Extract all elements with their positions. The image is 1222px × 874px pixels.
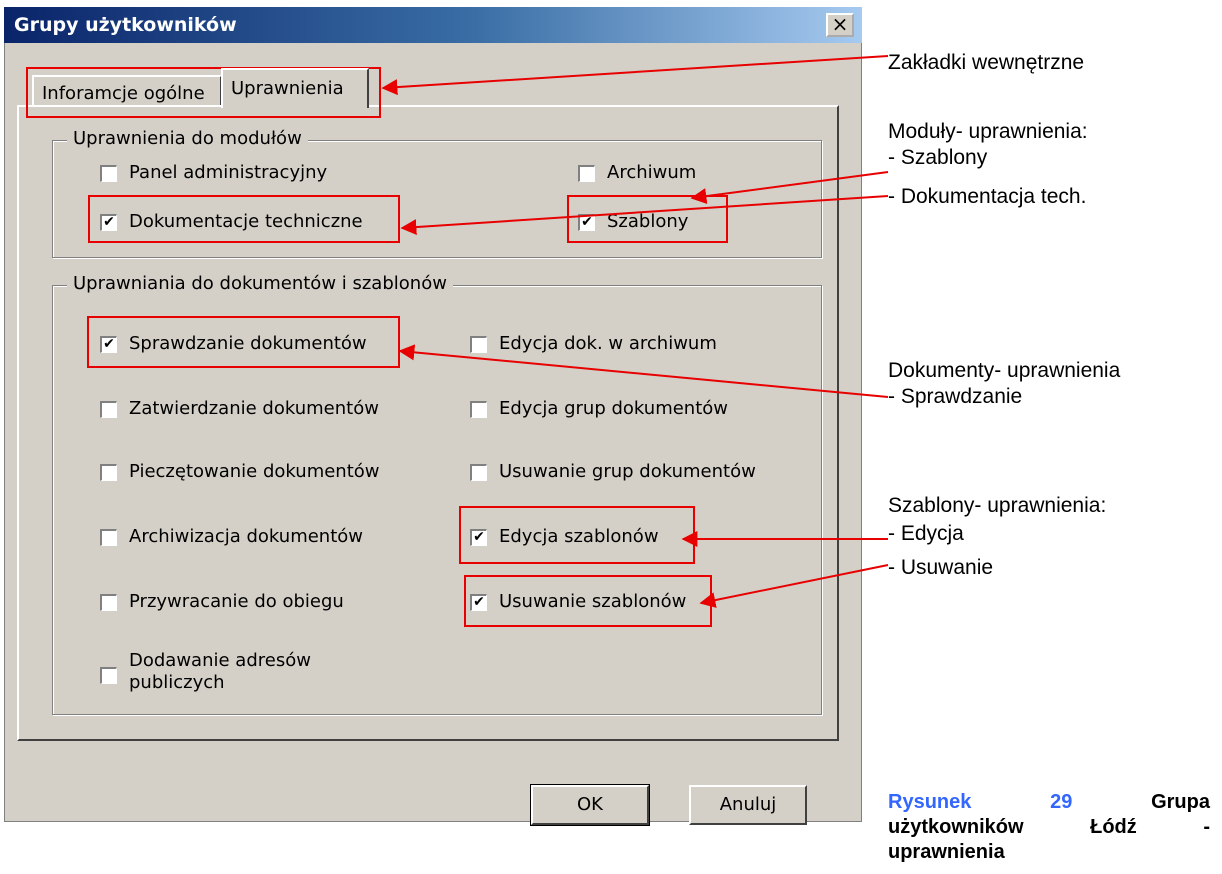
- caption-city: Łódź: [1090, 816, 1137, 838]
- caption-permissions: uprawnienia: [888, 841, 1005, 863]
- caption-figure-number: 29: [1050, 791, 1073, 813]
- tab-permissions[interactable]: Uprawnienia: [221, 68, 369, 108]
- caption-users: użytkowników: [888, 816, 1024, 838]
- annotation-modules-techdocs: - Dokumentacja tech.: [888, 185, 1087, 208]
- figure-caption: Rysunek 29 Grupa użytkowników Łódź - upr…: [888, 790, 1210, 865]
- annotation-modules-templates: - Szablony: [888, 146, 988, 169]
- annotation-templates-delete: - Usuwanie: [888, 556, 994, 579]
- annotation-modules-title: Moduły- uprawnienia:: [888, 120, 1088, 143]
- annotation-docs-check: - Sprawdzanie: [888, 385, 1023, 408]
- arrow-check-docs: [398, 344, 889, 398]
- caption-word-group: Grupa: [1151, 791, 1210, 813]
- arrow-delete-templates: [699, 564, 889, 608]
- arrow-technical-docs: [400, 195, 889, 236]
- annotation-templates-title: Szablony- uprawnienia:: [888, 494, 1107, 517]
- annotation-templates-edit: - Edycja: [888, 522, 964, 545]
- arrow-tabs: [381, 55, 889, 96]
- annotation-tabs: Zakładki wewnętrzne: [888, 51, 1085, 74]
- annotation-docs-title: Dokumenty- uprawnienia: [888, 359, 1121, 382]
- caption-dash: -: [1203, 816, 1210, 838]
- caption-figure-word: Rysunek: [888, 791, 972, 813]
- arrow-templates: [690, 171, 889, 205]
